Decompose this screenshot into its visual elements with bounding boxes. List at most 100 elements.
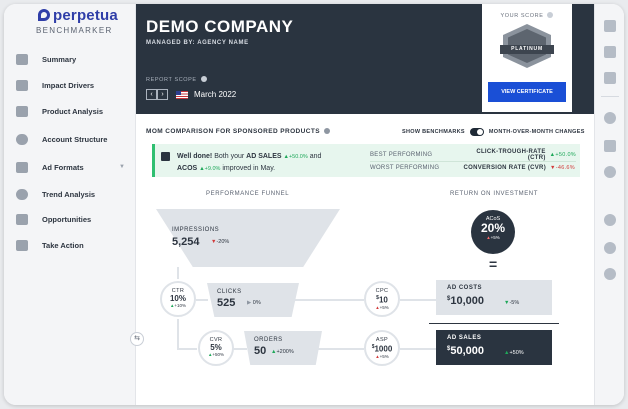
presentation-icon[interactable]: [604, 72, 616, 84]
ctr-circle: CTR 10% ▲+10%: [160, 281, 196, 317]
impressions-label: IMPRESSIONS: [172, 227, 220, 233]
orders-delta: ▲+200%: [271, 349, 294, 355]
right-toolbar: [594, 4, 624, 405]
ctr-delta: ▲+10%: [162, 303, 194, 308]
cpc-delta: ▲+5%: [366, 305, 398, 310]
impressions-delta: ▼-20%: [211, 239, 229, 245]
month-navigation: ‹ ›: [146, 89, 168, 100]
ad-costs-delta: ▼-5%: [504, 300, 519, 306]
sidebar-item-label: Opportunities: [42, 214, 92, 224]
delta-value: +9.0%: [204, 166, 221, 172]
help-icon[interactable]: [604, 112, 616, 124]
report-month[interactable]: March 2022: [194, 90, 236, 99]
thumbs-up-icon: [161, 152, 170, 161]
worst-performing-metric: CONVERSION RATE (CVR): [463, 164, 546, 171]
sidebar-item-opportunities[interactable]: Opportunities: [16, 210, 131, 228]
sidebar-item-account-structure[interactable]: Account Structure: [16, 130, 131, 148]
worst-performing-delta: ▼-46.6%: [550, 165, 575, 171]
sidebar-item-impact-drivers[interactable]: Impact Drivers: [16, 76, 131, 94]
ad-sales-label: AD SALES: [447, 335, 482, 341]
delta-value: +200%: [276, 349, 294, 355]
app-window: perpetua BENCHMARKER Summary Impact Driv…: [4, 4, 624, 405]
ad-costs-amount: 10,000: [450, 295, 484, 307]
sidebar-item-label: Impact Drivers: [42, 80, 95, 90]
orders-value: 50: [254, 345, 267, 357]
cvr-delta: ▲+50%: [200, 352, 232, 357]
worst-performing-row: WORST PERFORMING CONVERSION RATE (CVR) ▼…: [370, 161, 576, 174]
sidebar-item-label: Account Structure: [42, 134, 108, 144]
sidebar-item-take-action[interactable]: Take Action: [16, 236, 131, 254]
managed-by: MANAGED BY: AGENCY NAME: [146, 40, 249, 46]
checkmark-icon[interactable]: [604, 268, 616, 280]
us-flag-icon: [176, 91, 188, 99]
perpetua-logo-icon: [38, 9, 50, 21]
next-month-button[interactable]: ›: [157, 89, 168, 100]
account-structure-icon: [16, 133, 28, 145]
info-icon[interactable]: [547, 12, 554, 18]
funnel-connector: [177, 319, 179, 350]
delta-value: +5%: [379, 304, 389, 310]
cpc-circle: CPC $10 ▲+5%: [364, 281, 400, 317]
info-icon[interactable]: [200, 76, 207, 82]
funnel-connector: [179, 348, 197, 350]
mom-changes-label: MONTH-OVER-MONTH CHANGES: [488, 129, 585, 135]
fraction-line: [429, 323, 559, 324]
delta-value: +50%: [212, 352, 225, 357]
roi-title: RETURN ON INVESTMENT: [450, 191, 539, 197]
ad-formats-icon: [16, 161, 28, 173]
cvr-circle: CVR 5% ▲+50%: [198, 330, 234, 366]
support-agent-icon[interactable]: [604, 242, 616, 254]
impressions-value: 5,254: [172, 236, 200, 248]
sidebar-item-label: Ad Formats: [42, 162, 84, 172]
delta-value: 0%: [252, 300, 261, 306]
delta-value: +5%: [490, 235, 500, 240]
opportunities-icon: [16, 213, 28, 225]
funnel-connector: [400, 299, 436, 301]
ad-sales-amount: 50,000: [450, 345, 484, 357]
funnel-connector: [400, 348, 436, 350]
sidebar-item-ad-formats[interactable]: Ad Formats ▼: [16, 158, 131, 176]
asp-amount: 1000: [374, 344, 393, 354]
play-icon[interactable]: [604, 20, 616, 32]
ad-costs-value: $10,000: [447, 295, 484, 307]
clicks-label: CLICKS: [217, 289, 242, 295]
mom-title-text: MOM COMPARISON FOR SPONSORED PRODUCTS: [146, 128, 320, 135]
logo: perpetua: [38, 7, 118, 24]
mom-message: Well done! Both your AD SALES ▲+50.0% an…: [152, 144, 362, 177]
sidebar-item-product-analysis[interactable]: Product Analysis: [16, 102, 131, 120]
ctr-value: 10%: [169, 294, 186, 303]
worst-performing-label: WORST PERFORMING: [370, 164, 440, 171]
clicks-delta: ▶ 0%: [247, 300, 261, 306]
funnel-connector: [233, 348, 247, 350]
metric-ad-sales-delta: ▲+50.0%: [284, 154, 308, 160]
info-icon[interactable]: [323, 128, 330, 134]
notifications-icon[interactable]: [604, 166, 616, 178]
book-icon[interactable]: [604, 46, 616, 58]
glossary-icon[interactable]: [604, 140, 616, 152]
benchmark-switch[interactable]: [469, 128, 484, 136]
account-icon[interactable]: [604, 214, 616, 226]
previous-month-button[interactable]: ‹: [146, 89, 157, 100]
cpc-value: $10: [366, 294, 398, 305]
acos-circle: ACoS 20% ▲+5%: [471, 210, 515, 254]
sidebar-item-summary[interactable]: Summary: [16, 50, 131, 68]
cpc-amount: 10: [378, 295, 388, 305]
delta-value: +50.0%: [555, 151, 576, 158]
sidebar-item-trend-analysis[interactable]: Trend Analysis: [16, 185, 131, 203]
delta-value: +10%: [174, 303, 187, 308]
view-certificate-button[interactable]: VIEW CERTIFICATE: [488, 82, 566, 102]
sidebar-item-label: Summary: [42, 54, 77, 64]
chevron-down-icon[interactable]: ▼: [119, 164, 125, 170]
ad-sales-delta: ▲+50%: [504, 350, 524, 356]
funnel-connector: [196, 299, 208, 301]
impact-drivers-icon: [16, 79, 28, 91]
message-mid: Both your: [214, 153, 245, 160]
metric-acos: ACOS: [177, 165, 198, 172]
collapse-sidebar-button[interactable]: ⇆: [130, 332, 144, 346]
message-lead: Well done!: [177, 153, 213, 160]
delta-value: -5%: [509, 300, 520, 306]
acos-value: 20%: [480, 221, 506, 235]
acos-delta: ▲+5%: [471, 235, 515, 240]
funnel-title: PERFORMANCE FUNNEL: [206, 191, 290, 197]
orders-label: ORDERS: [254, 337, 283, 343]
